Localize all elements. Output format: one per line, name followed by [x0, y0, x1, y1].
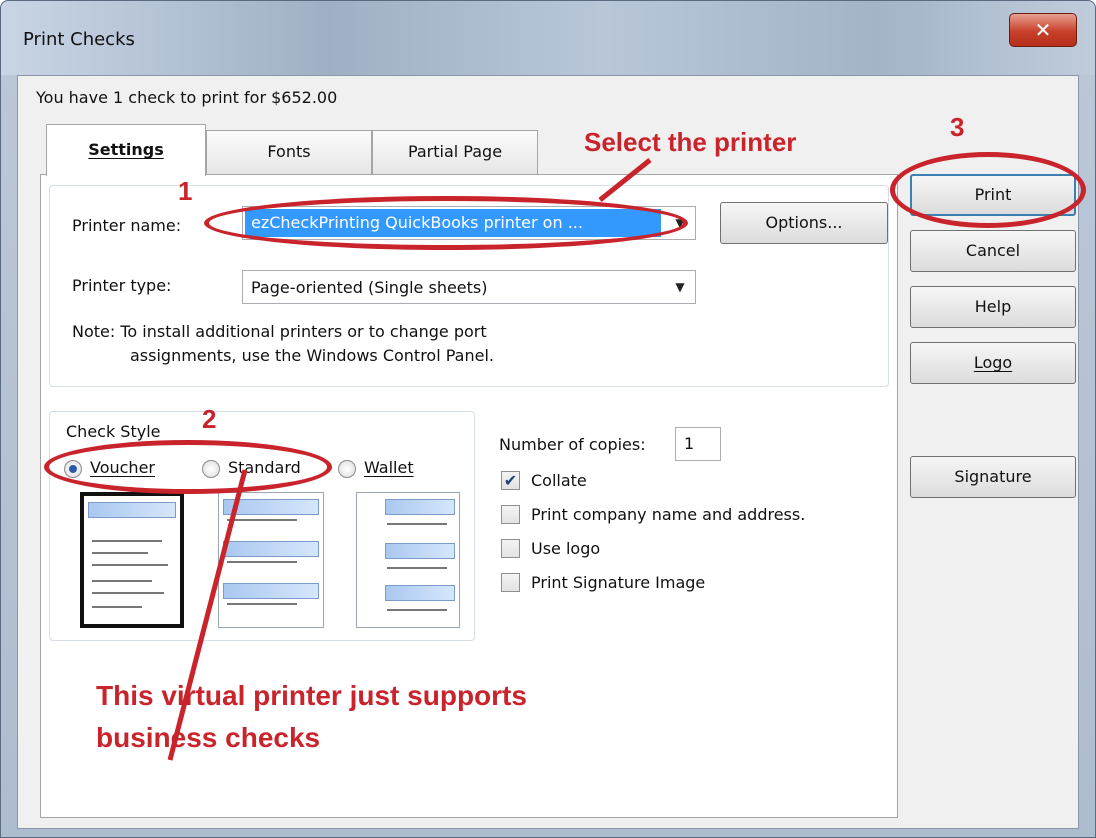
check-style-arrow	[167, 469, 248, 761]
annotation-step-1: 1	[178, 176, 193, 206]
tab-settings[interactable]: Settings	[46, 124, 206, 176]
annotation-step-2: 2	[202, 404, 217, 434]
printer-arrow	[598, 158, 652, 202]
annotation-note-line-2: business checks	[96, 722, 321, 753]
annotation-note-line-1: This virtual printer just supports	[96, 680, 527, 711]
annotation-step-3: 3	[950, 112, 965, 142]
annotation-select-printer: Select the printer	[584, 127, 797, 157]
tab-settings-label: Settings	[88, 140, 164, 159]
